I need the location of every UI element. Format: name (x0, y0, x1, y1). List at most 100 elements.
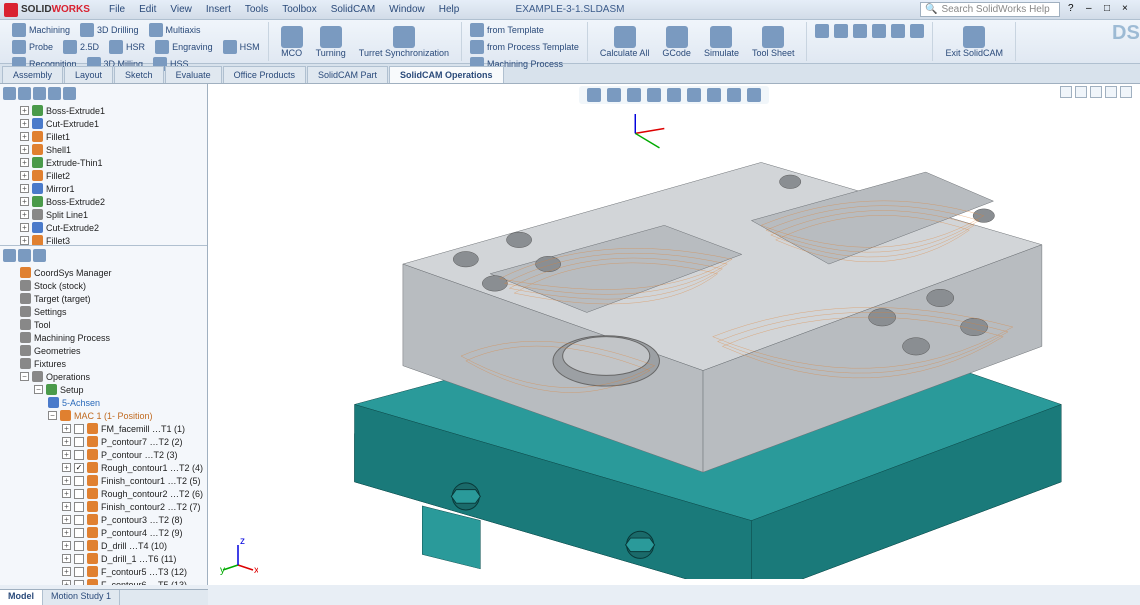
expander-icon[interactable]: + (62, 502, 71, 511)
tab-layout[interactable]: Layout (64, 66, 113, 83)
cam-item[interactable]: Fixtures (6, 357, 201, 370)
feature-item[interactable]: +Fillet2 (6, 169, 201, 182)
ribbon-multiaxis[interactable]: Multiaxis (147, 22, 203, 38)
cam-operation[interactable]: +P_contour …T2 (3) (6, 448, 201, 461)
bottom-tab-motion-study-1[interactable]: Motion Study 1 (43, 590, 120, 605)
expander-icon[interactable]: − (20, 372, 29, 381)
cam-operation[interactable]: +F_contour5 …T3 (12) (6, 565, 201, 578)
cam-setup[interactable]: −Setup (6, 383, 201, 396)
exit-solidcam-button[interactable]: Exit SolidCAM (939, 22, 1009, 61)
expander-icon[interactable]: + (62, 554, 71, 563)
feature-item[interactable]: +Boss-Extrude1 (6, 104, 201, 117)
ribbon-hsr[interactable]: HSR (107, 39, 147, 55)
panel-tab-icon[interactable] (18, 87, 31, 100)
expander-icon[interactable]: + (62, 528, 71, 537)
feature-item[interactable]: +Cut-Extrude2 (6, 221, 201, 234)
menu-insert[interactable]: Insert (199, 2, 238, 17)
view-settings-icon[interactable] (747, 88, 761, 102)
cam-operation[interactable]: +Rough_contour2 …T2 (6) (6, 487, 201, 500)
ribbon-simulate[interactable]: Simulate (698, 22, 745, 62)
cam-operation[interactable]: +FM_facemill …T1 (1) (6, 422, 201, 435)
expander-icon[interactable]: + (62, 580, 71, 585)
cam-item[interactable]: CoordSys Manager (6, 266, 201, 279)
viewport-max-icon[interactable] (1105, 86, 1117, 98)
cam-operation[interactable]: +P_contour4 …T2 (9) (6, 526, 201, 539)
ribbon-turning[interactable]: Turning (310, 22, 352, 62)
feature-item[interactable]: +Shell1 (6, 143, 201, 156)
checkbox[interactable] (74, 541, 84, 551)
checkbox[interactable] (74, 489, 84, 499)
cam-item[interactable]: Target (target) (6, 292, 201, 305)
feature-tree[interactable]: +Boss-Extrude1+Cut-Extrude1+Fillet1+Shel… (2, 102, 205, 246)
menu-view[interactable]: View (163, 2, 199, 17)
cam-item[interactable]: Tool (6, 318, 201, 331)
viewport-min-icon[interactable] (1090, 86, 1102, 98)
checkbox[interactable] (74, 580, 84, 586)
feature-item[interactable]: +Split Line1 (6, 208, 201, 221)
tab-sketch[interactable]: Sketch (114, 66, 164, 83)
tab-solidcam-part[interactable]: SolidCAM Part (307, 66, 388, 83)
section-view-icon[interactable] (667, 88, 681, 102)
cam-operation[interactable]: +P_contour3 …T2 (8) (6, 513, 201, 526)
cam-operation[interactable]: +Finish_contour2 …T2 (7) (6, 500, 201, 513)
ribbon-util-icon[interactable] (815, 24, 829, 38)
checkbox[interactable] (74, 528, 84, 538)
ribbon-tool-sheet[interactable]: Tool Sheet (746, 22, 801, 62)
expander-icon[interactable]: + (62, 541, 71, 550)
cam-item[interactable]: Machining Process (6, 331, 201, 344)
expander-icon[interactable]: + (20, 184, 29, 193)
ribbon-util-icon[interactable] (872, 24, 886, 38)
cam-operation[interactable]: +D_drill …T4 (10) (6, 539, 201, 552)
viewport-tile-icon[interactable] (1060, 86, 1072, 98)
checkbox[interactable] (74, 424, 84, 434)
expander-icon[interactable]: + (20, 236, 29, 245)
ribbon-from-template[interactable]: from Template (468, 22, 581, 38)
help-search-input[interactable]: 🔍 Search SolidWorks Help (920, 2, 1060, 17)
tab-assembly[interactable]: Assembly (2, 66, 63, 83)
ribbon-util-icon[interactable] (910, 24, 924, 38)
expander-icon[interactable]: − (34, 385, 43, 394)
cam-operation[interactable]: +D_drill_1 …T6 (11) (6, 552, 201, 565)
ribbon-3d-drilling[interactable]: 3D Drilling (78, 22, 141, 38)
feature-item[interactable]: +Cut-Extrude1 (6, 117, 201, 130)
ribbon-probe[interactable]: Probe (10, 39, 55, 55)
panel-tab-icon[interactable] (18, 249, 31, 262)
viewport-tile-icon[interactable] (1075, 86, 1087, 98)
ribbon-gcode[interactable]: GCode (656, 22, 697, 62)
checkbox[interactable] (74, 515, 84, 525)
edit-appearance-icon[interactable] (707, 88, 721, 102)
ribbon-calculate-all[interactable]: Calculate All (594, 22, 656, 62)
cam-tree[interactable]: CoordSys ManagerStock (stock)Target (tar… (2, 264, 205, 585)
minimize-icon[interactable]: – (1086, 3, 1100, 17)
cam-operation[interactable]: +F_contour6 …T5 (13) (6, 578, 201, 585)
ribbon-2-5d[interactable]: 2.5D (61, 39, 101, 55)
expander-icon[interactable]: + (62, 437, 71, 446)
apply-scene-icon[interactable] (727, 88, 741, 102)
panel-tab-icon[interactable] (33, 249, 46, 262)
view-orientation-icon[interactable] (627, 88, 641, 102)
bottom-tab-model[interactable]: Model (0, 590, 43, 605)
3d-viewport[interactable]: x y z (208, 84, 1140, 585)
maximize-icon[interactable]: □ (1104, 3, 1118, 17)
panel-tab-icon[interactable] (63, 87, 76, 100)
tab-solidcam-operations[interactable]: SolidCAM Operations (389, 66, 504, 83)
hide-show-icon[interactable] (687, 88, 701, 102)
ribbon-util-icon[interactable] (891, 24, 905, 38)
feature-item[interactable]: +Mirror1 (6, 182, 201, 195)
menu-file[interactable]: File (102, 2, 132, 17)
expander-icon[interactable]: + (20, 119, 29, 128)
expander-icon[interactable]: + (20, 158, 29, 167)
expander-icon[interactable]: − (48, 411, 57, 420)
orientation-triad-icon[interactable]: x y z (218, 535, 258, 575)
checkbox[interactable] (74, 554, 84, 564)
zoom-fit-icon[interactable] (587, 88, 601, 102)
ribbon-from-process-template[interactable]: from Process Template (468, 39, 581, 55)
cam-operation[interactable]: +Finish_contour1 …T2 (5) (6, 474, 201, 487)
cam-operation[interactable]: +✓Rough_contour1 …T2 (4) (6, 461, 201, 474)
menu-help[interactable]: Help (432, 2, 467, 17)
cam-item[interactable]: Stock (stock) (6, 279, 201, 292)
ribbon-machining[interactable]: Machining (10, 22, 72, 38)
checkbox[interactable] (74, 476, 84, 486)
tab-office-products[interactable]: Office Products (223, 66, 306, 83)
checkbox[interactable] (74, 502, 84, 512)
